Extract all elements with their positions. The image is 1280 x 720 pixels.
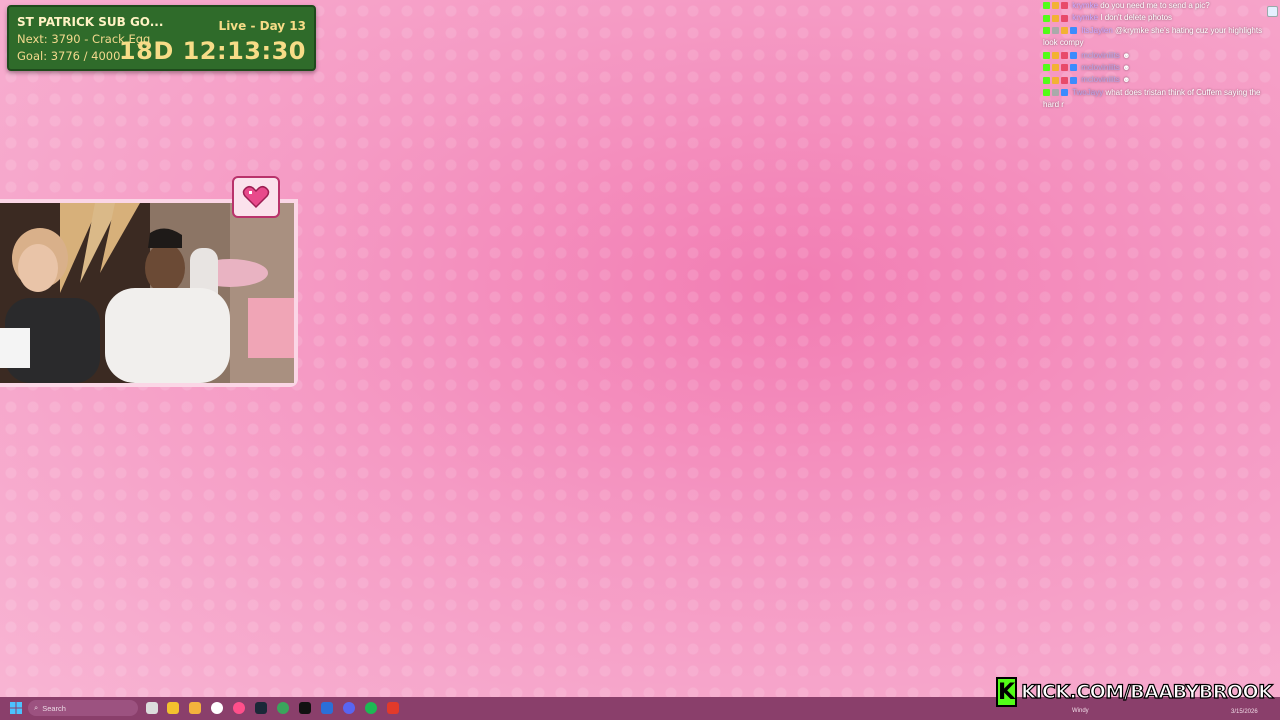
- subscriber-badge-icon: [1043, 52, 1050, 60]
- emote-icon: ☻: [1122, 63, 1131, 73]
- chat-message: mcloviniiits ☻: [1043, 74, 1275, 86]
- sub-goal-widget: ST PATRICK SUB GO... Next: 3790 - Crack …: [7, 5, 316, 71]
- subscriber-badge-icon: [1043, 64, 1050, 72]
- crown-badge-icon: [1052, 2, 1059, 10]
- verified-badge-icon: [1052, 27, 1059, 35]
- crown-badge-icon: [1061, 27, 1068, 35]
- file-explorer-icon[interactable]: [189, 702, 201, 714]
- app-icon-pink[interactable]: [233, 702, 245, 714]
- chat-message: TwoJayy what does tristan think of Cuffe…: [1043, 87, 1275, 112]
- discord-icon[interactable]: [343, 702, 355, 714]
- chat-message: krymke I don't delete photos: [1043, 12, 1275, 24]
- obs-icon[interactable]: [321, 702, 333, 714]
- live-day-label: Live - Day 13: [218, 19, 306, 33]
- task-view-icon[interactable]: [146, 702, 158, 714]
- heart-icon: [242, 185, 270, 209]
- chat-message: mcloviniiits ☻: [1043, 50, 1275, 62]
- windows-start-icon[interactable]: [10, 702, 22, 714]
- countdown-timer: 18D 12:13:30: [118, 37, 306, 65]
- sticky-notes-icon[interactable]: [167, 702, 179, 714]
- crown-badge-icon: [1052, 52, 1059, 60]
- chat-username[interactable]: krymke: [1072, 13, 1098, 22]
- heart-badge-icon: [1061, 52, 1068, 60]
- chat-username[interactable]: ItsJaylen: [1081, 26, 1113, 35]
- kick-banner: K KICK.COM/BAABYBROOK: [996, 677, 1274, 707]
- chat-text: I don't delete photos: [1100, 13, 1173, 23]
- subscriber-badge-icon: [1043, 27, 1050, 35]
- crown-badge-icon: [1052, 76, 1059, 84]
- chat-username[interactable]: TwoJayy: [1072, 88, 1103, 97]
- brave-browser-icon[interactable]: [387, 702, 399, 714]
- crown-badge-icon: [1052, 14, 1059, 22]
- sub-goal-progress: Goal: 3776 / 4000: [17, 49, 121, 63]
- taskbar-search[interactable]: ⌕ Search: [28, 700, 138, 716]
- verified-badge-icon: [1052, 89, 1059, 97]
- chat-username[interactable]: mcloviniiits: [1081, 75, 1120, 84]
- kick-logo-icon: K: [996, 677, 1018, 707]
- tiktok-icon[interactable]: [299, 702, 311, 714]
- chat-message: krymke do you need me to send a pic?: [1043, 0, 1275, 12]
- steam-icon[interactable]: [255, 702, 267, 714]
- kick-url: KICK.COM/BAABYBROOK: [1020, 680, 1273, 703]
- heart-chat-badge: [232, 176, 280, 218]
- heart-badge-icon: [1061, 2, 1068, 10]
- weather-label: Windy: [1072, 708, 1089, 714]
- heart-badge-icon: [1061, 14, 1068, 22]
- search-placeholder: Search: [42, 703, 66, 713]
- diamond-badge-icon: [1070, 76, 1077, 84]
- settings-icon[interactable]: [211, 702, 223, 714]
- webcam-feed: [0, 203, 294, 383]
- crown-badge-icon: [1052, 64, 1059, 72]
- subscriber-badge-icon: [1043, 14, 1050, 22]
- diamond-badge-icon: [1061, 89, 1068, 97]
- heart-badge-icon: [1061, 64, 1068, 72]
- diamond-badge-icon: [1070, 64, 1077, 72]
- spotify-icon[interactable]: [365, 702, 377, 714]
- heart-badge-icon: [1061, 76, 1068, 84]
- chat-username[interactable]: mcloviniiits: [1081, 63, 1120, 72]
- chat-text: do you need me to send a pic?: [1100, 1, 1210, 10]
- search-icon: ⌕: [34, 703, 39, 712]
- taskbar-date: 3/15/2026: [1231, 709, 1258, 715]
- chat-username[interactable]: mcloviniiits: [1081, 51, 1120, 60]
- diamond-badge-icon: [1070, 27, 1077, 35]
- xbox-icon[interactable]: [277, 702, 289, 714]
- subscriber-badge-icon: [1043, 2, 1050, 10]
- chat-message: ItsJaylen @krymke she's hating cuz your …: [1043, 25, 1275, 50]
- emote-icon: ☻: [1122, 50, 1131, 60]
- chat-message: mcloviniiits ☻: [1043, 62, 1275, 74]
- subscriber-badge-icon: [1043, 89, 1050, 97]
- subscriber-badge-icon: [1043, 76, 1050, 84]
- sub-goal-title: ST PATRICK SUB GO...: [17, 15, 164, 29]
- chat-username[interactable]: krymke: [1072, 1, 1098, 10]
- diamond-badge-icon: [1070, 52, 1077, 60]
- emote-icon: ☻: [1122, 75, 1131, 85]
- chat-overlay: krymke do you need me to send a pic? kry…: [1043, 0, 1278, 112]
